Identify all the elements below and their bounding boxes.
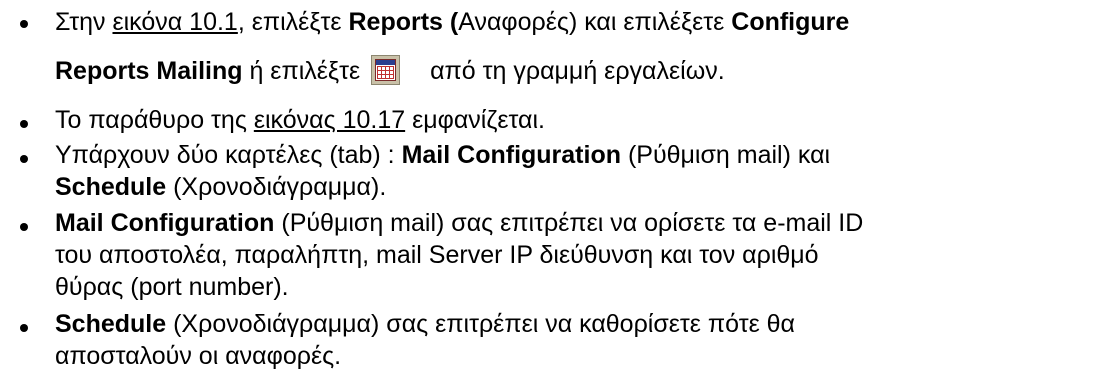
- text-run: , επιλέξτε: [237, 8, 349, 36]
- figure-reference-link[interactable]: εικόνας 10.17: [254, 106, 405, 134]
- text-line: Mail Configuration (Ρύθμιση mail) σας επ…: [55, 207, 863, 239]
- text-line: Schedule (Χρονοδιάγραμμα).: [55, 171, 386, 203]
- menu-term-configure: Configure: [731, 8, 850, 36]
- bullet: [20, 20, 28, 28]
- text-run: Υπάρχουν δύο καρτέλες (tab) :: [55, 141, 402, 169]
- text-run: (Χρονοδιάγραμμα) σας επιτρέπει να καθορί…: [166, 310, 796, 338]
- text-line: αποσταλούν οι αναφορές.: [55, 340, 341, 372]
- text-run: Αναφορές) και επιλέξετε: [458, 8, 732, 36]
- text-run: (Ρύθμιση mail) σας επιτρέπει να ορίσετε …: [274, 209, 864, 237]
- text-run: από τη γραμμή εργαλείων.: [430, 57, 725, 85]
- bullet: [20, 324, 28, 332]
- tab-term-mail-configuration: Mail Configuration: [55, 209, 275, 237]
- tab-term-schedule: Schedule: [55, 310, 167, 338]
- calendar-schedule-icon: [371, 55, 401, 85]
- bullet: [20, 223, 28, 231]
- bullet: [20, 155, 28, 163]
- text-line: Το παράθυρο της εικόνας 10.17 εμφανίζετα…: [55, 104, 545, 136]
- bullet: [20, 120, 28, 128]
- text-line: Υπάρχουν δύο καρτέλες (tab) : Mail Confi…: [55, 139, 830, 171]
- text-run: Το παράθυρο της: [55, 106, 254, 134]
- text-line: του αποστολέα, παραλήπτη, mail Server IP…: [55, 239, 819, 271]
- menu-term-reports: Reports (: [348, 8, 459, 36]
- text-line: Reports Mailing ή επιλέξτε από τη γραμμή…: [55, 55, 725, 87]
- text-run: Στην: [55, 8, 113, 36]
- text-run: (Χρονοδιάγραμμα).: [166, 173, 387, 201]
- text-line: Schedule (Χρονοδιάγραμμα) σας επιτρέπει …: [55, 308, 795, 340]
- menu-term-reports-mailing: Reports Mailing: [55, 57, 243, 85]
- text-run: αποσταλούν οι αναφορές.: [55, 342, 342, 370]
- tab-term-mail-configuration: Mail Configuration: [401, 141, 621, 169]
- text-run: (Ρύθμιση mail) και: [621, 141, 831, 169]
- text-run: θύρας (port number).: [55, 273, 289, 301]
- text-run: του αποστολέα, παραλήπτη, mail Server IP…: [55, 241, 819, 269]
- text-line: Στην εικόνα 10.1, επιλέξτε Reports (Αναφ…: [55, 6, 849, 38]
- text-line: θύρας (port number).: [55, 271, 289, 303]
- text-run: ή επιλέξτε: [242, 57, 368, 85]
- text-run: εμφανίζεται.: [405, 106, 545, 134]
- tab-term-schedule: Schedule: [55, 173, 167, 201]
- figure-reference-link[interactable]: εικόνα 10.1: [112, 8, 237, 36]
